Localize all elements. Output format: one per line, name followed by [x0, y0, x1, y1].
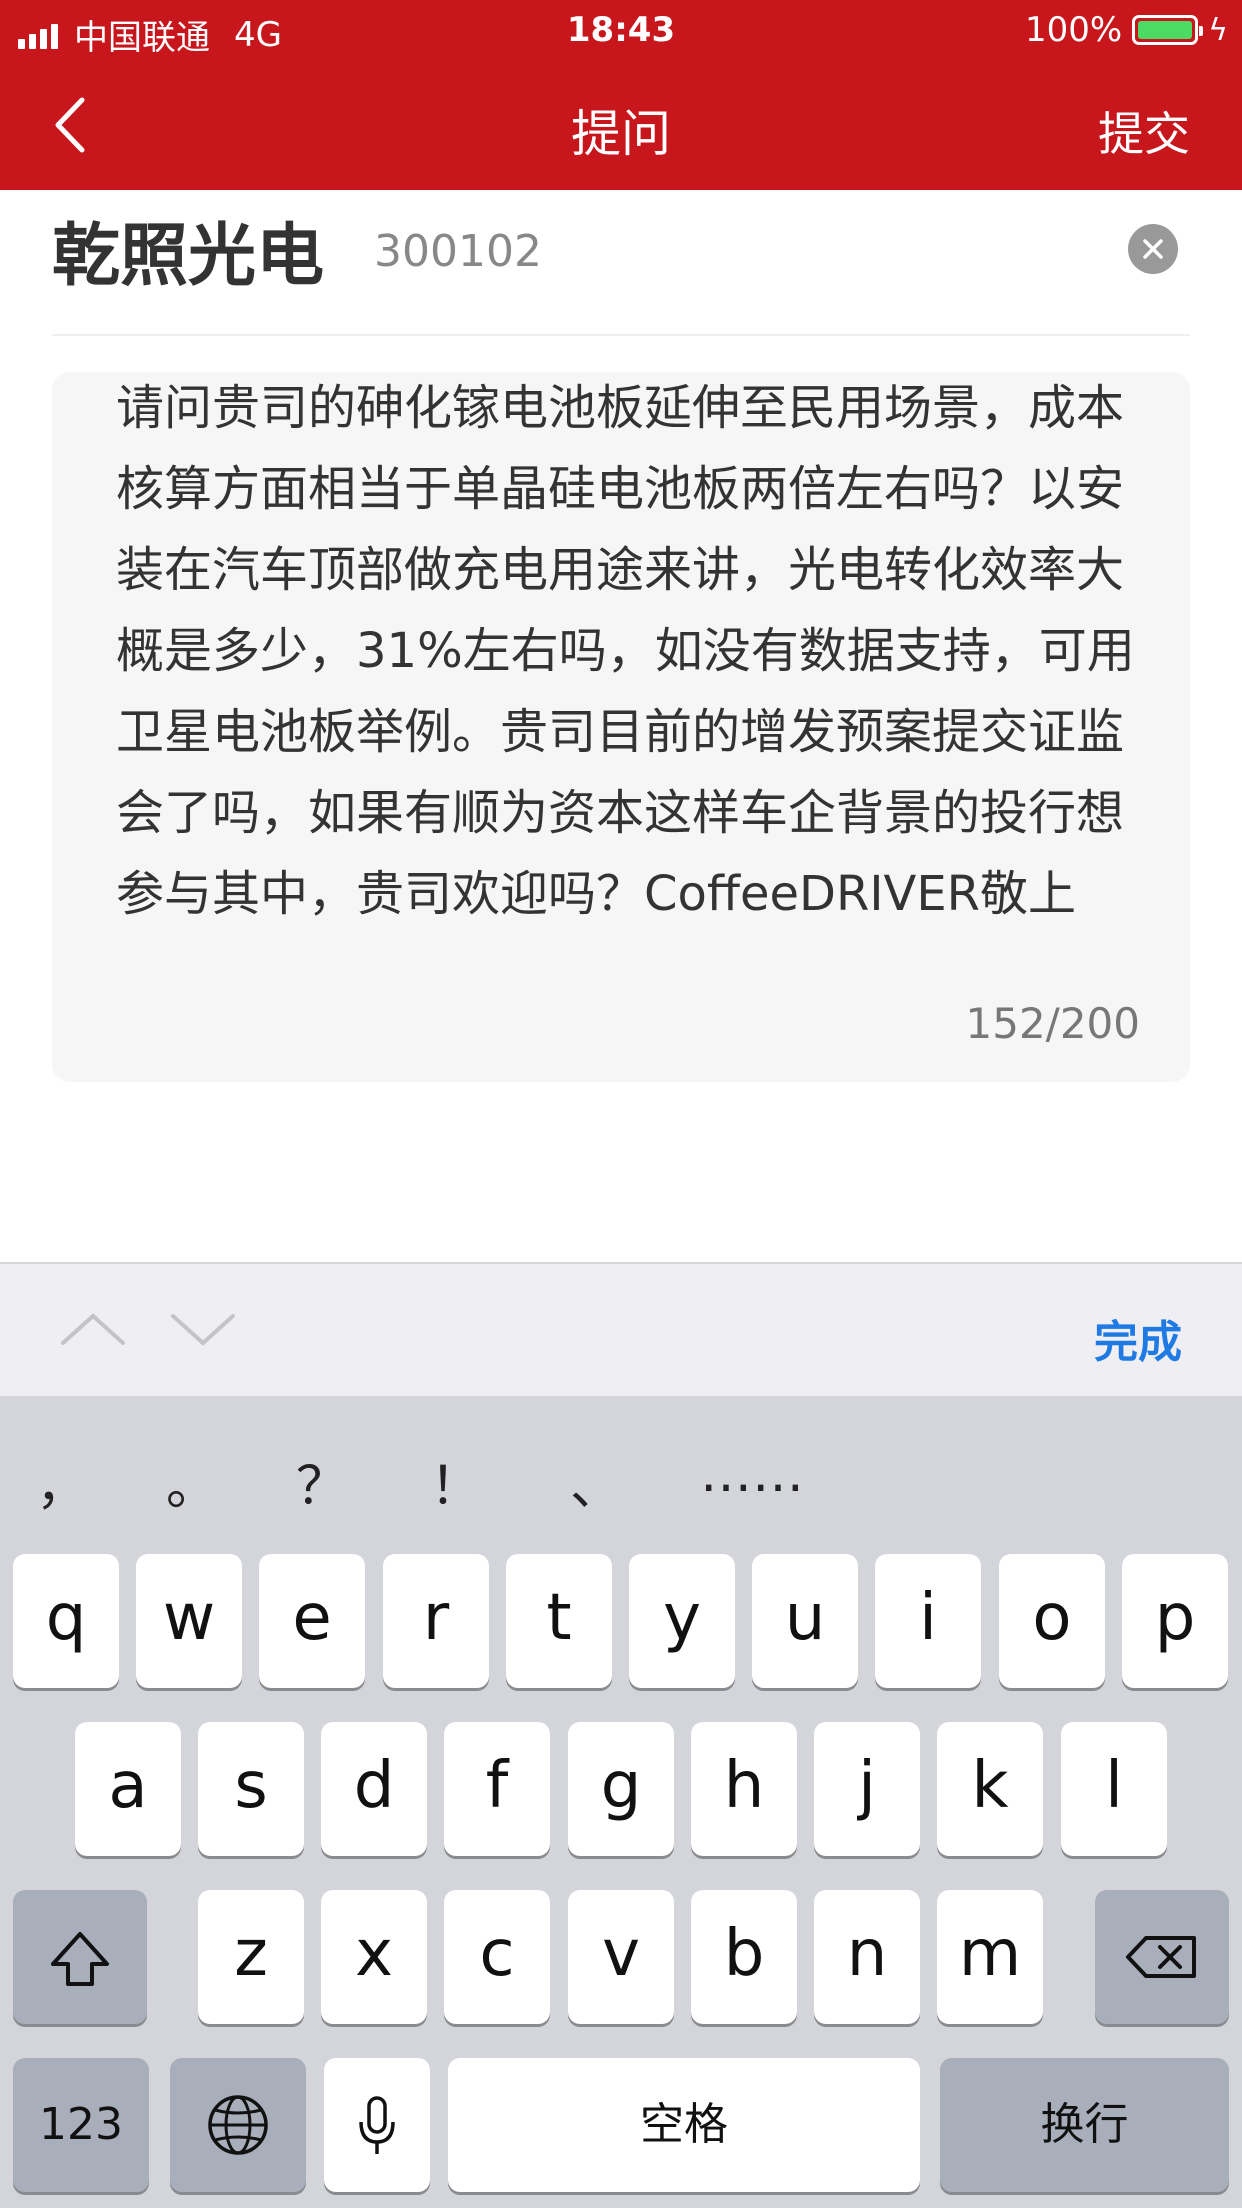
key-i[interactable]: i — [875, 1554, 981, 1688]
key-u[interactable]: u — [752, 1554, 858, 1688]
punct-key[interactable]: 。 — [166, 1444, 218, 1519]
numbers-key[interactable]: 123 — [13, 2058, 149, 2192]
punct-key[interactable]: ！ — [430, 1444, 482, 1519]
key-h[interactable]: h — [691, 1722, 797, 1856]
backspace-icon — [1126, 1936, 1196, 1978]
key-q[interactable]: q — [13, 1554, 119, 1688]
keyboard: ， 。 ？ ！ 、 …… q w e r t y u i o p a s d f… — [0, 1396, 1242, 2208]
stock-header: 乾照光电 300102 — [52, 200, 1190, 336]
top-bar: 中国联通 4G 18:43 100% ϟ 提问 提交 — [0, 0, 1242, 190]
key-g[interactable]: g — [568, 1722, 674, 1856]
key-o[interactable]: o — [999, 1554, 1105, 1688]
navigation-bar: 提问 提交 — [0, 60, 1242, 190]
page-title: 提问 — [571, 105, 671, 163]
return-key[interactable]: 换行 — [940, 2058, 1229, 2192]
punct-key[interactable]: ， — [36, 1444, 88, 1519]
key-w[interactable]: w — [136, 1554, 242, 1688]
key-y[interactable]: y — [629, 1554, 735, 1688]
status-bar: 中国联通 4G 18:43 100% ϟ — [0, 0, 1242, 60]
key-d[interactable]: d — [321, 1722, 427, 1856]
done-button[interactable]: 完成 — [1094, 1306, 1182, 1370]
keyboard-toolbar: 完成 — [0, 1262, 1242, 1396]
submit-button[interactable]: 提交 — [1098, 98, 1190, 164]
stock-code: 300102 — [374, 226, 542, 277]
punct-key[interactable]: ？ — [296, 1444, 348, 1519]
clear-circle-icon — [1143, 239, 1163, 259]
charging-icon: ϟ — [1208, 12, 1228, 48]
punct-key[interactable]: 、 — [570, 1444, 622, 1519]
backspace-key[interactable] — [1095, 1890, 1229, 2024]
clear-stock-button[interactable] — [1128, 224, 1178, 274]
character-counter: 152/200 — [965, 999, 1140, 1048]
chevron-down-icon — [171, 1314, 235, 1346]
key-t[interactable]: t — [506, 1554, 612, 1688]
key-s[interactable]: s — [198, 1722, 304, 1856]
key-f[interactable]: f — [444, 1722, 550, 1856]
key-a[interactable]: a — [75, 1722, 181, 1856]
shift-key[interactable] — [13, 1890, 147, 2024]
key-l[interactable]: l — [1061, 1722, 1167, 1856]
key-n[interactable]: n — [814, 1890, 920, 2024]
chevron-up-icon — [61, 1313, 125, 1345]
microphone-icon — [359, 2096, 395, 2154]
microphone-key[interactable] — [324, 2058, 430, 2192]
globe-icon — [208, 2095, 268, 2155]
key-p[interactable]: p — [1122, 1554, 1228, 1688]
key-r[interactable]: r — [383, 1554, 489, 1688]
previous-field-button[interactable] — [58, 1298, 128, 1358]
punct-key[interactable]: …… — [700, 1444, 804, 1504]
stock-name: 乾照光电 — [52, 217, 325, 296]
globe-key[interactable] — [170, 2058, 306, 2192]
key-j[interactable]: j — [814, 1722, 920, 1856]
key-z[interactable]: z — [198, 1890, 304, 2024]
battery-percent: 100% — [1025, 10, 1123, 50]
key-b[interactable]: b — [691, 1890, 797, 2024]
punctuation-row: ， 。 ？ ！ 、 …… — [0, 1396, 1242, 1536]
key-x[interactable]: x — [321, 1890, 427, 2024]
key-c[interactable]: c — [444, 1890, 550, 2024]
key-m[interactable]: m — [937, 1890, 1043, 2024]
key-e[interactable]: e — [259, 1554, 365, 1688]
question-textarea[interactable]: 请问贵司的砷化镓电池板延伸至民用场景，成本核算方面相当于单晶硅电池板两倍左右吗？… — [52, 372, 1190, 1082]
question-text[interactable]: 请问贵司的砷化镓电池板延伸至民用场景，成本核算方面相当于单晶硅电池板两倍左右吗？… — [116, 372, 1156, 935]
key-v[interactable]: v — [568, 1890, 674, 2024]
shift-icon — [51, 1932, 109, 1986]
next-field-button[interactable] — [168, 1298, 238, 1358]
battery-icon — [1132, 15, 1204, 45]
space-key[interactable]: 空格 — [448, 2058, 920, 2192]
key-k[interactable]: k — [937, 1722, 1043, 1856]
